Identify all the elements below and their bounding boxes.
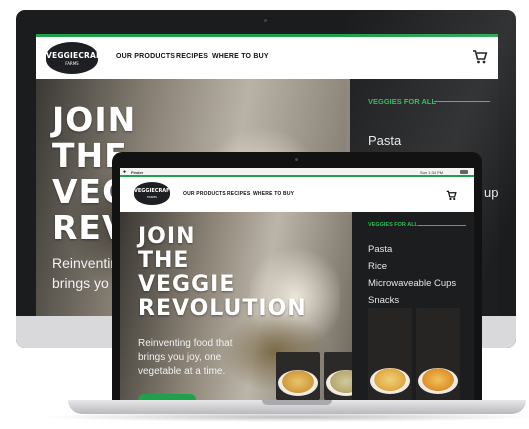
hero-subtitle-line-3: vegetable at a time.: [138, 366, 226, 377]
laptop-hero-image: JOIN THE VEGGIE REVOLUTION Reinventing f…: [120, 212, 368, 400]
menubar-app-name[interactable]: Finder: [131, 170, 143, 175]
sidebar-item-rice[interactable]: Rice: [368, 261, 387, 272]
macos-menubar: ● Finder Sun 1:34 PM: [120, 168, 474, 175]
nav-link-our-products[interactable]: OUR PRODUCTS: [116, 53, 175, 60]
product-thumbnail[interactable]: [368, 308, 412, 400]
sidebar-item-snacks[interactable]: Snacks: [368, 295, 399, 306]
logo-text: VEGGIECRAFT: [46, 51, 107, 60]
monitor-camera: [264, 19, 267, 22]
bowl-image: [278, 370, 318, 396]
veggiecraft-logo[interactable]: VEGGIECRAFT FARMS: [46, 42, 107, 74]
product-thumbnail[interactable]: [416, 308, 460, 400]
hero-title-line-1: JOIN: [138, 224, 196, 249]
nav-link-our-products[interactable]: OUR PRODUCTS: [183, 191, 226, 197]
hero-subtitle-line-2: brings you joy, one: [138, 352, 222, 363]
bowl-image: [418, 368, 458, 394]
sidebar-heading-rule: [418, 225, 466, 226]
logo-subtext: FARMS: [146, 195, 158, 199]
hero-title-line-4: REVOLUTION: [138, 296, 307, 321]
sidebar-item-pasta[interactable]: Pasta: [368, 244, 392, 255]
desktop-hero-subtitle-line-2: brings yo: [52, 275, 109, 291]
sidebar-item-microwaveable-cups[interactable]: Microwaveable Cups: [368, 278, 456, 289]
menubar-clock[interactable]: Sun 1:34 PM: [420, 170, 443, 175]
nav-link-recipes[interactable]: RECIPES: [227, 191, 250, 197]
hero-title-line-2: THE: [138, 248, 190, 273]
nav-link-where-to-buy[interactable]: WHERE TO BUY: [253, 191, 294, 197]
sidebar-heading: VEGGIES FOR ALL: [368, 222, 418, 228]
laptop-camera: [295, 158, 298, 161]
laptop-screen: ● Finder Sun 1:34 PM VEGGIECRAFT FARMS O…: [120, 168, 474, 400]
nav-link-where-to-buy[interactable]: WHERE TO BUY: [212, 53, 269, 60]
logo-subtext: FARMS: [65, 61, 79, 66]
product-thumbnail[interactable]: [276, 352, 320, 400]
desktop-hero-title-line-1: JOIN: [52, 100, 137, 139]
hero-title-line-3: VEGGIE: [138, 272, 236, 297]
menubar-status-icon[interactable]: [460, 169, 468, 174]
laptop-navbar: VEGGIECRAFT FARMS OUR PRODUCTS RECIPES W…: [120, 177, 474, 212]
hero-subtitle-line-1: Reinventing food that: [138, 338, 233, 349]
veggiecraft-logo[interactable]: VEGGIECRAFT FARMS: [134, 182, 173, 205]
cart-icon[interactable]: [446, 188, 457, 201]
nav-link-recipes[interactable]: RECIPES: [176, 53, 208, 60]
bowl-image: [370, 368, 410, 394]
laptop-sidebar: VEGGIES FOR ALL Pasta Rice Microwaveable…: [352, 212, 474, 400]
logo-text: VEGGIECRAFT: [134, 188, 173, 194]
laptop-base-notch: [262, 400, 332, 405]
